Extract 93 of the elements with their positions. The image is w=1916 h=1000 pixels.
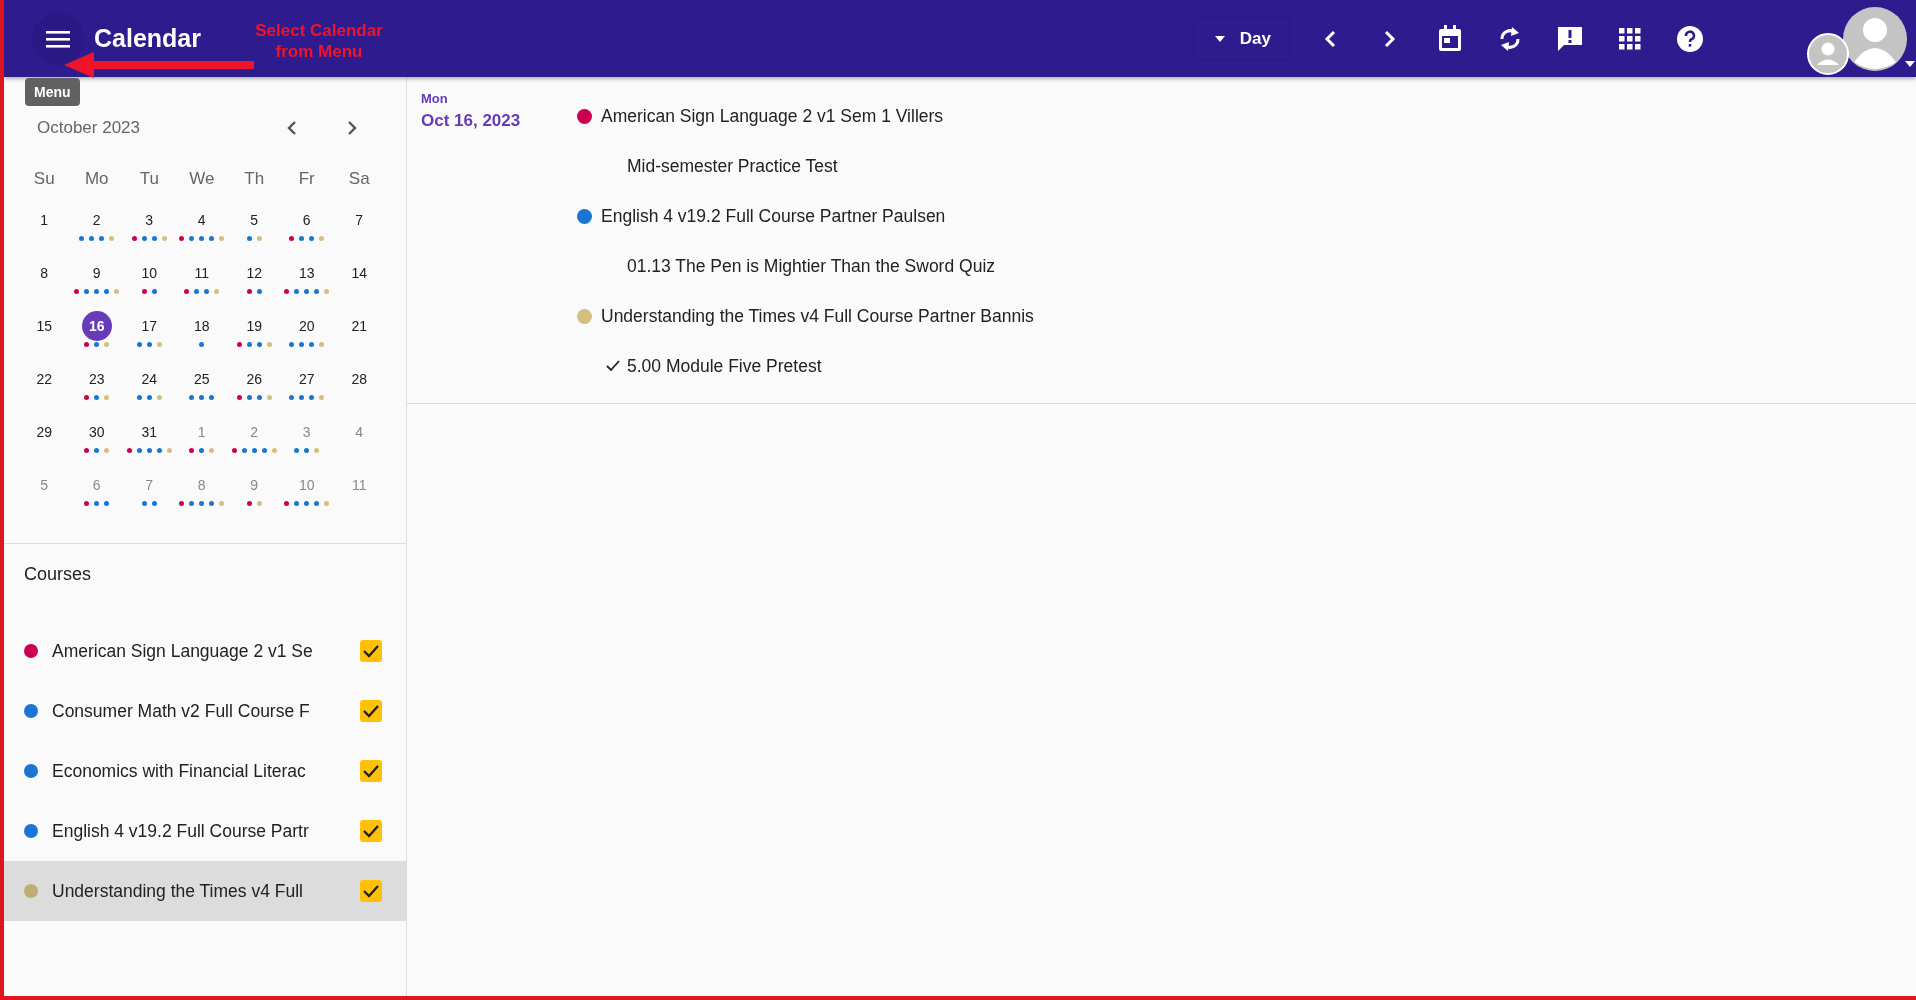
weekday-label: Su — [32, 169, 56, 190]
weekday-label: Mon — [421, 91, 449, 106]
calendar-day[interactable]: 2 — [81, 205, 112, 235]
chevron-left-icon — [286, 119, 298, 137]
calendar-day[interactable]: 3 — [291, 417, 322, 447]
help-icon — [1676, 24, 1704, 53]
weekday-label: Th — [243, 169, 266, 190]
course-item[interactable]: English 4 v19.2 Full Course Partr — [4, 801, 406, 861]
calendar-day[interactable]: 24 — [134, 364, 165, 394]
calendar-day[interactable]: 16 — [81, 311, 112, 341]
course-name: American Sign Language 2 v1 Se — [52, 640, 314, 662]
course-item[interactable]: Consumer Math v2 Full Course F — [4, 681, 406, 741]
calendar-day[interactable]: 30 — [81, 417, 112, 447]
calendar-day[interactable]: 26 — [239, 364, 270, 394]
user-avatar-icon[interactable] — [1842, 6, 1908, 72]
calendar-day[interactable]: 11 — [186, 258, 217, 288]
calendar-day[interactable]: 21 — [344, 311, 375, 341]
course-item[interactable]: Understanding the Times v4 Full — [4, 861, 406, 921]
menu-tooltip: Menu — [25, 78, 80, 106]
check-icon — [362, 824, 380, 838]
weekday-label: Sa — [347, 169, 371, 190]
course-title: English 4 v19.2 Full Course Partner Paulsen — [601, 205, 946, 227]
weekday-label: Mo — [83, 169, 110, 190]
app-title: Calendar — [94, 24, 201, 53]
calendar-day[interactable]: 7 — [344, 205, 375, 235]
apps-grid-icon — [1618, 26, 1642, 51]
course-checkbox[interactable] — [360, 880, 382, 902]
course-checkbox[interactable] — [360, 700, 382, 722]
course-name: Consumer Math v2 Full Course F — [52, 700, 311, 722]
calendar-day[interactable]: 13 — [291, 258, 322, 288]
calendar-day[interactable]: 17 — [134, 311, 165, 341]
courses-heading: Courses — [23, 564, 93, 585]
caret-icon[interactable] — [1904, 60, 1916, 68]
course-title: American Sign Language 2 v1 Sem 1 Villers — [601, 105, 944, 127]
calendar-icon — [1437, 24, 1463, 53]
month-label: October 2023 — [36, 118, 141, 138]
calendar-day[interactable]: 25 — [186, 364, 217, 394]
calendar-day[interactable]: 1 — [29, 205, 60, 235]
calendar-day[interactable]: 9 — [239, 470, 270, 500]
calendar-day[interactable]: 8 — [29, 258, 60, 288]
chevron-left-icon — [1323, 28, 1337, 49]
check-icon — [362, 884, 380, 898]
calendar-day[interactable]: 12 — [239, 258, 270, 288]
view-dropdown[interactable]: Day — [1192, 16, 1290, 61]
calendar-day[interactable]: 3 — [134, 205, 165, 235]
assignment-link[interactable]: Mid-semester Practice Test — [627, 155, 838, 177]
weekday-label: Fr — [297, 169, 316, 190]
calendar-day[interactable]: 15 — [29, 311, 60, 341]
course-title: Understanding the Times v4 Full Course Partner Bannis — [601, 305, 1034, 327]
calendar-day[interactable]: 6 — [81, 470, 112, 500]
calendar-day[interactable]: 6 — [291, 205, 322, 235]
calendar-day[interactable]: 19 — [239, 311, 270, 341]
calendar-day[interactable]: 22 — [29, 364, 60, 394]
calendar-day[interactable]: 23 — [81, 364, 112, 394]
menu-icon — [45, 28, 71, 49]
feedback-icon — [1556, 24, 1584, 53]
calendar-day[interactable]: 18 — [186, 311, 217, 341]
weekday-label: Tu — [138, 169, 160, 190]
calendar-day[interactable]: 8 — [186, 470, 217, 500]
calendar-day[interactable]: 31 — [134, 417, 165, 447]
calendar-day[interactable]: 10 — [291, 470, 322, 500]
weekday-label: We — [188, 169, 216, 190]
caret-icon — [1213, 34, 1226, 43]
check-icon — [362, 704, 380, 718]
calendar-day[interactable]: 2 — [239, 417, 270, 447]
calendar-day[interactable]: 10 — [134, 258, 165, 288]
date-label: Oct 16, 2023 — [421, 111, 522, 131]
calendar-day[interactable]: 28 — [344, 364, 375, 394]
calendar-day[interactable]: 29 — [29, 417, 60, 447]
calendar-day[interactable]: 14 — [344, 258, 375, 288]
check-icon — [362, 764, 380, 778]
course-item[interactable]: American Sign Language 2 v1 Se — [4, 621, 406, 681]
chevron-right-icon — [1383, 28, 1397, 49]
assignment-link[interactable]: 01.13 The Pen is Mightier Than the Sword Quiz — [627, 255, 996, 277]
course-checkbox[interactable] — [360, 760, 382, 782]
calendar-day[interactable]: 5 — [29, 470, 60, 500]
calendar-day[interactable]: 20 — [291, 311, 322, 341]
course-item[interactable]: Economics with Financial Literac — [4, 741, 406, 801]
course-name: Understanding the Times v4 Full — [52, 880, 304, 902]
assignment-link[interactable]: 5.00 Module Five Pretest — [627, 355, 822, 377]
account-avatar-icon — [1806, 32, 1850, 76]
course-checkbox[interactable] — [360, 640, 382, 662]
calendar-day[interactable]: 27 — [291, 364, 322, 394]
calendar-day[interactable]: 4 — [344, 417, 375, 447]
course-name: Economics with Financial Literac — [52, 760, 307, 782]
check-icon — [362, 644, 380, 658]
annotation-text: Select Calendar from Menu — [254, 20, 384, 62]
calendar-day[interactable]: 4 — [186, 205, 217, 235]
course-checkbox[interactable] — [360, 820, 382, 842]
course-name: English 4 v19.2 Full Course Partr — [52, 820, 310, 842]
chevron-right-icon — [346, 119, 358, 137]
calendar-day[interactable]: 5 — [239, 205, 270, 235]
calendar-day[interactable]: 9 — [81, 258, 112, 288]
